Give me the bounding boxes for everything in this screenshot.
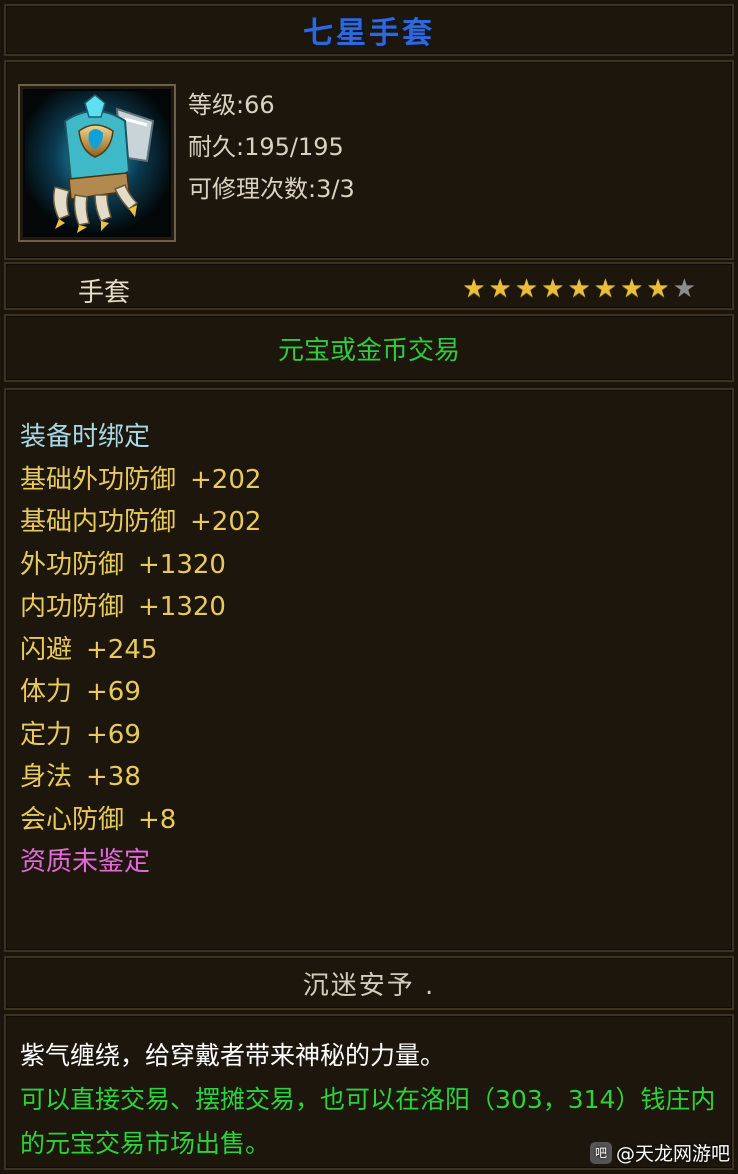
attribute-value: +1320: [138, 549, 226, 580]
attribute-name: 定力: [20, 719, 73, 750]
item-type-row: 手套 ★ ★ ★ ★ ★ ★ ★ ★ ★: [4, 262, 734, 310]
attribute-value: +38: [86, 762, 141, 792]
star-icon: ★: [646, 274, 670, 304]
attribute-line: 基础内功防御 +202: [20, 501, 261, 544]
star-rating: ★ ★ ★ ★ ★ ★ ★ ★ ★: [462, 276, 696, 302]
star-icon: ★: [620, 274, 644, 304]
star-icon: ★: [514, 274, 539, 304]
bind-status: 装备时绑定: [20, 422, 151, 452]
repair-count-line: 可修理次数:3/3: [188, 175, 355, 203]
attribute-name: 体力: [20, 677, 73, 707]
aptitude-status: 资质未鉴定: [20, 847, 151, 877]
attributes-panel: 装备时绑定 基础外功防御 +202 基础内功防御 +202 外功防御 +1320 内功防御 +…: [4, 388, 734, 952]
attribute-list: 装备时绑定 基础外功防御 +202 基础内功防御 +202 外功防御 +1320 内功防御 +…: [20, 416, 261, 884]
star-icon: ★: [541, 274, 565, 304]
trade-mode-panel: 元宝或金币交易: [4, 314, 734, 382]
item-info-panel: 等级:66 耐久:195/195 可修理次数:3/3: [4, 60, 734, 260]
item-type: 手套: [78, 278, 131, 308]
star-icon: ★: [567, 274, 591, 304]
level-line: 等级:66: [188, 91, 275, 119]
watermark-text: @天龙网游吧: [615, 1143, 730, 1165]
gauntlet-icon: [25, 91, 169, 235]
attribute-line: 外功防御 +1320: [20, 544, 261, 587]
durability-line: 耐久:195/195: [188, 133, 344, 161]
attribute-line: 闪避 +245: [20, 629, 261, 672]
attribute-name: 会心防御: [20, 804, 125, 835]
star-icon: ★: [488, 274, 512, 304]
watermark-logo: 吧: [589, 1141, 612, 1164]
star-icon: ★: [462, 274, 486, 304]
attribute-line: 会心防御 +8: [20, 799, 261, 842]
item-icon-frame: [18, 84, 176, 242]
attribute-line: 基础外功防御 +202: [20, 459, 261, 502]
attribute-line: 内功防御 +1320: [20, 586, 261, 629]
attribute-value: +69: [86, 719, 141, 750]
attribute-line: 体力 +69: [20, 671, 261, 714]
star-icon: ★: [672, 274, 696, 304]
watermark: 吧 @天龙网游吧: [589, 1139, 730, 1166]
crafter-name: 沉迷安予 .: [302, 970, 436, 1001]
crafter-panel: 沉迷安予 .: [4, 956, 734, 1010]
attribute-name: 外功防御: [20, 549, 125, 580]
item-stat-lines: 等级:66 耐久:195/195 可修理次数:3/3: [188, 84, 355, 210]
attribute-name: 身法: [20, 762, 73, 792]
attribute-line: 身法 +38: [20, 756, 261, 799]
attribute-name: 闪避: [20, 634, 73, 665]
attribute-name: 基础外功防御: [20, 464, 177, 495]
lore-text: 紫气缠绕，给穿戴者带来神秘的力量。: [20, 1041, 446, 1070]
attribute-value: +1320: [138, 592, 226, 622]
star-icon: ★: [593, 274, 618, 304]
attribute-value: +202: [190, 507, 262, 537]
item-name: 七星手套: [303, 16, 435, 51]
attribute-value: +202: [190, 464, 262, 495]
item-tooltip: 七星手套 等级:66 耐久:195/195 可修理次数:3/3 手套 ★ ★ ★…: [0, 0, 738, 1174]
attribute-name: 内功防御: [20, 592, 125, 622]
attribute-value: +245: [86, 634, 158, 665]
trade-mode-text: 元宝或金币交易: [277, 335, 460, 366]
attribute-name: 基础内功防御: [20, 507, 177, 537]
attribute-value: +69: [86, 677, 141, 707]
attribute-value: +8: [138, 804, 177, 835]
attribute-line: 定力 +69: [20, 714, 261, 757]
item-title-bar: 七星手套: [4, 4, 734, 56]
